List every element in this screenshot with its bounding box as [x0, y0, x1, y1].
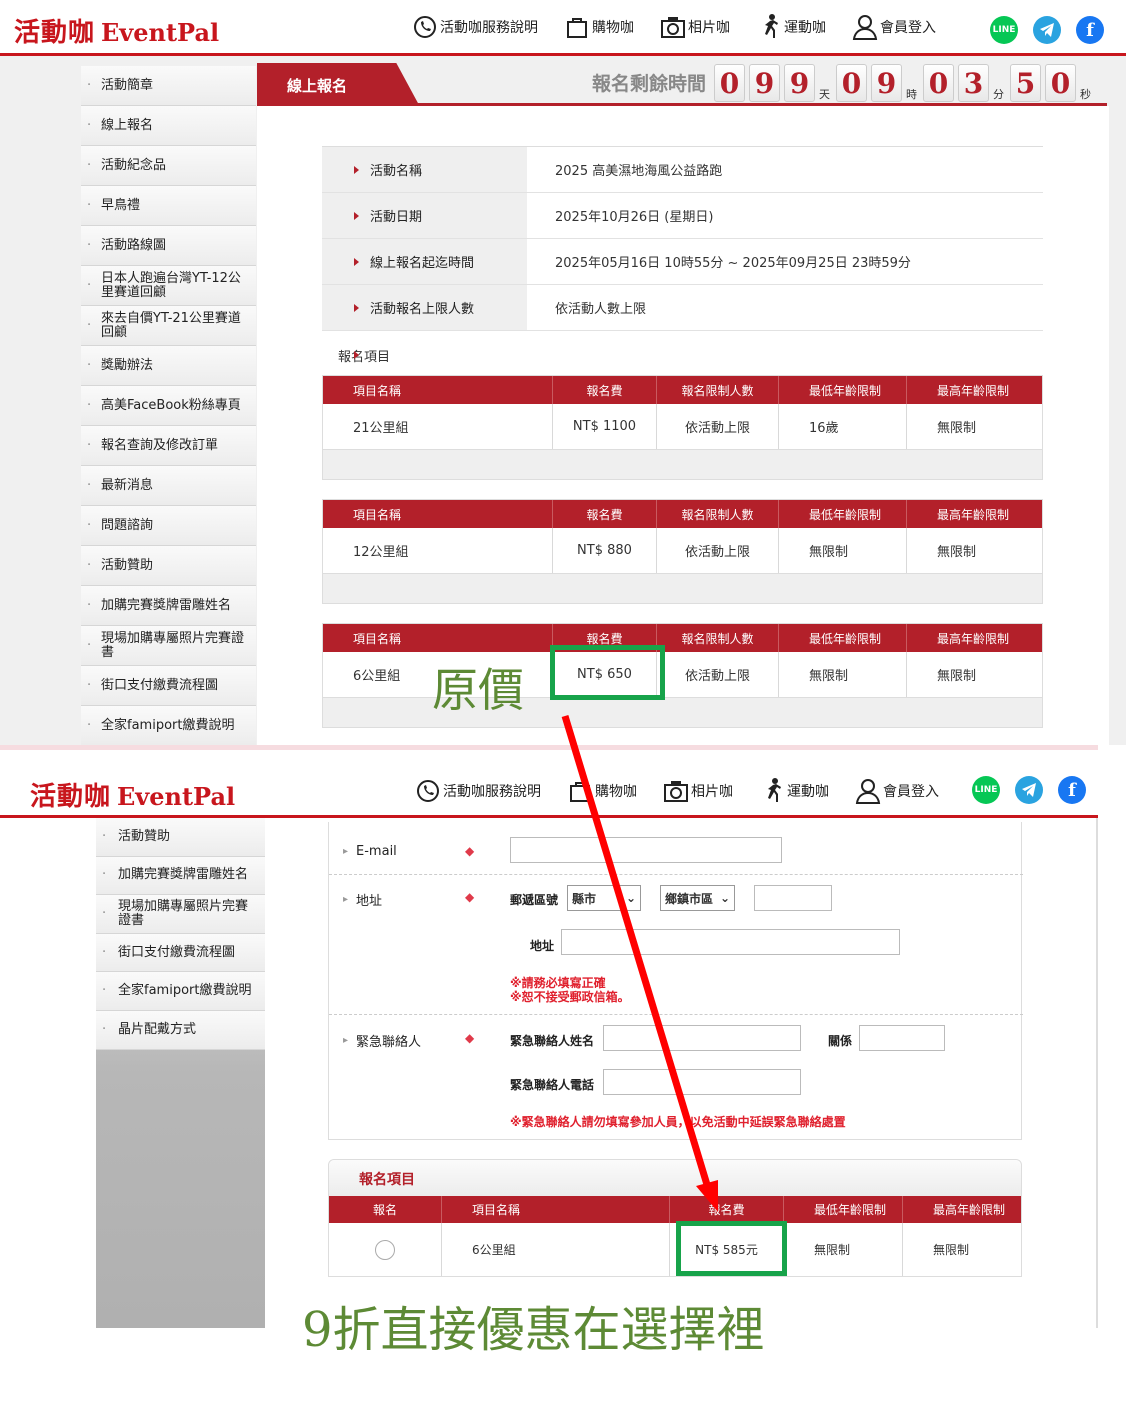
annotation-discount: 9折直接優惠在選擇裡 — [302, 1302, 765, 1358]
annotation-arrow — [561, 714, 718, 1212]
